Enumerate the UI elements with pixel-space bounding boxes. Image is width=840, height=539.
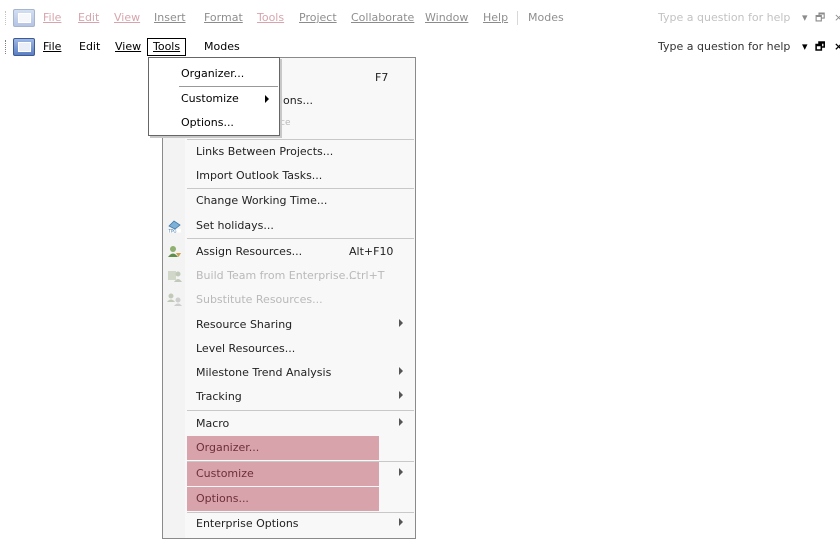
menu-item-label: Milestone Trend Analysis <box>196 366 332 379</box>
menu-item-label: Assign Resources... <box>196 245 303 258</box>
build-team-icon <box>168 271 182 282</box>
tools-menu-item-milestone-trend-analysis[interactable]: Milestone Trend Analysis <box>163 361 415 385</box>
short-menu-item-customize[interactable]: Customize <box>149 87 279 111</box>
submenu-arrow-icon <box>399 319 403 327</box>
tools-menu-item-build-team-from-enterprise[interactable]: Build Team from Enterprise... Ctrl+T <box>163 264 415 288</box>
tools-menu-item-substitute-resources[interactable]: Substitute Resources... <box>163 288 415 312</box>
menu-item-label: Substitute Resources... <box>196 293 323 306</box>
menu-item-label: Enterprise Options <box>196 517 299 530</box>
tpg-icon: TPG <box>168 220 181 234</box>
menu-file-faded[interactable]: File <box>42 10 62 26</box>
menu-view-faded[interactable]: View <box>113 10 141 26</box>
short-menu-item-options[interactable]: Options... <box>149 111 279 135</box>
menu-format-faded[interactable]: Format <box>203 10 244 26</box>
menu-window-faded[interactable]: Window <box>424 10 469 26</box>
menu-item-label: Build Team from Enterprise... <box>196 269 356 282</box>
menu-tools-faded[interactable]: Tools <box>256 10 285 26</box>
close-window-icon[interactable]: × <box>834 39 840 55</box>
menu-collaborate-faded[interactable]: Collaborate <box>350 10 415 26</box>
tools-short-menu: Organizer... Customize Options... <box>148 57 280 136</box>
dropdown-arrow-icon[interactable]: ▾ <box>802 10 808 26</box>
menu-edit[interactable]: Edit <box>78 39 101 55</box>
menu-item-label: Macro <box>196 417 230 430</box>
menu-modes-faded[interactable]: Modes <box>527 10 565 26</box>
substitute-resources-icon <box>167 293 182 306</box>
menu-item-label: Customize <box>196 467 254 480</box>
menu-edit-faded[interactable]: Edit <box>77 10 100 26</box>
menu-item-label: Set holidays... <box>196 219 274 232</box>
restore-window-icon[interactable]: 🗗 <box>815 10 825 26</box>
menu-item-label: Import Outlook Tasks... <box>196 169 323 182</box>
menu-item-label: Options... <box>181 116 234 129</box>
menu-file[interactable]: File <box>42 39 62 55</box>
menu-tools[interactable]: Tools <box>147 38 187 56</box>
short-menu-item-organizer[interactable]: Organizer... <box>149 62 279 86</box>
menu-item-label: Tracking <box>196 390 242 403</box>
tools-menu-item-change-working-time[interactable]: Change Working Time... <box>163 189 415 213</box>
assign-resources-icon <box>168 246 181 257</box>
submenu-arrow-icon <box>399 418 403 426</box>
menu-item-label: Change Working Time... <box>196 194 328 207</box>
tools-menu-item-import-outlook-tasks[interactable]: Import Outlook Tasks... <box>163 164 415 188</box>
close-window-icon[interactable]: × <box>834 10 840 26</box>
submenu-arrow-icon <box>399 367 403 375</box>
dropdown-arrow-icon[interactable]: ▾ <box>802 39 808 55</box>
tools-menu-item-options[interactable]: Options... <box>163 487 415 511</box>
menu-item-label: Customize <box>181 92 239 105</box>
tools-menu-item-set-holidays[interactable]: TPG Set holidays... <box>163 214 415 238</box>
tools-menu-item-assign-resources[interactable]: Assign Resources... Alt+F10 <box>163 240 415 264</box>
menubar-faded: File Edit View Insert Format Tools Proje… <box>0 8 840 28</box>
tools-menu-item-macro[interactable]: Macro <box>163 412 415 436</box>
menu-item-label: Options... <box>196 492 249 505</box>
menubar-separator <box>517 11 518 25</box>
menu-separator <box>187 410 414 411</box>
menu-modes[interactable]: Modes <box>203 39 241 55</box>
menu-view[interactable]: View <box>114 39 142 55</box>
menu-item-label: Links Between Projects... <box>196 145 334 158</box>
menu-item-label: Level Resources... <box>196 342 296 355</box>
tools-menu-item-tracking[interactable]: Tracking <box>163 385 415 409</box>
menu-separator <box>187 238 414 239</box>
restore-window-icon[interactable]: 🗗 <box>815 39 825 55</box>
menubar: File Edit View Tools Modes Type a questi… <box>0 37 840 57</box>
submenu-arrow-icon <box>399 518 403 526</box>
project-app-icon <box>13 38 35 56</box>
submenu-arrow-icon <box>399 391 403 399</box>
submenu-arrow-icon <box>399 468 403 476</box>
toolbar-grip <box>5 40 8 54</box>
svg-text:TPG: TPG <box>168 229 177 234</box>
tools-menu-item-resource-sharing[interactable]: Resource Sharing <box>163 313 415 337</box>
project-app-icon <box>13 9 35 27</box>
tools-menu-item-enterprise-options[interactable]: Enterprise Options <box>163 512 415 536</box>
shortcut-label: Ctrl+T <box>349 269 385 282</box>
shortcut-label: F7 <box>375 71 389 84</box>
tools-menu-item-customize[interactable]: Customize <box>163 462 415 486</box>
menu-insert-faded[interactable]: Insert <box>153 10 187 26</box>
menu-item-label: Organizer... <box>181 67 245 80</box>
tools-menu-item-links-between-projects[interactable]: Links Between Projects... <box>163 140 415 164</box>
tools-menu-item-organizer[interactable]: Organizer... <box>163 436 415 460</box>
help-search-input[interactable]: Type a question for help <box>658 39 790 55</box>
shortcut-label: Alt+F10 <box>349 245 394 258</box>
toolbar-grip <box>5 11 8 25</box>
help-search-input-faded[interactable]: Type a question for help <box>658 10 790 26</box>
menu-item-label: ce <box>280 118 291 128</box>
tools-menu-item-level-resources[interactable]: Level Resources... <box>163 337 415 361</box>
menu-item-label: ions... <box>280 94 313 107</box>
menu-item-label: Organizer... <box>196 441 260 454</box>
submenu-arrow-icon <box>265 95 269 103</box>
menu-help-faded[interactable]: Help <box>482 10 509 26</box>
menu-item-label: Resource Sharing <box>196 318 293 331</box>
menu-project-faded[interactable]: Project <box>298 10 338 26</box>
